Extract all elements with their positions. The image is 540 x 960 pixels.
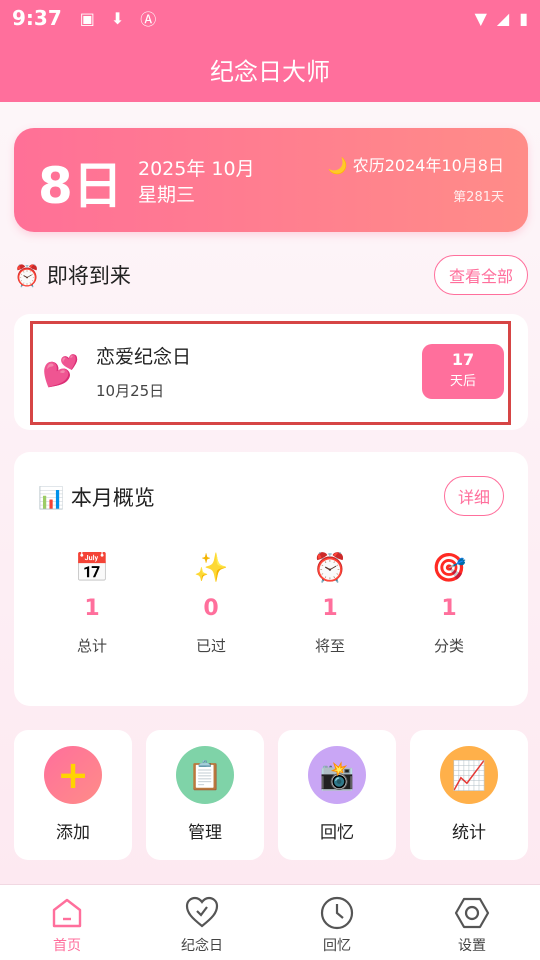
statistics-action-button[interactable]: 📈 统计 [410, 730, 528, 860]
download-icon: ⬇ [110, 8, 125, 28]
nav-memories-label: 回忆 [323, 938, 351, 954]
signal-icon: ◢ [496, 8, 510, 28]
bottom-navigation: 首页 纪念日 回忆 设置 [0, 884, 540, 960]
nav-anniversaries[interactable]: 纪念日 [152, 895, 252, 955]
event-date: 10月25日 [96, 382, 165, 400]
home-icon [52, 898, 82, 928]
camera-icon: 📸 [308, 746, 366, 804]
stat-total: 📅 1 总计 [42, 550, 142, 656]
home-content: 8日 2025年 10月 星期三 🌙 农历2024年10月8日 第281天 ⏰ … [0, 102, 540, 884]
stat-total-label: 总计 [76, 637, 107, 655]
lunar-date: 🌙 农历2024年10月8日 [327, 156, 504, 175]
clipboard-icon: 📋 [176, 746, 234, 804]
upcoming-event-card[interactable]: 💕 恋爱纪念日 10月25日 17 天后 [14, 314, 528, 430]
stat-upcoming-label: 将至 [314, 637, 345, 655]
days-remaining-badge: 17 天后 [422, 344, 504, 399]
upcoming-section-title: ⏰ 即将到来 [14, 264, 131, 288]
manage-action-button[interactable]: 📋 管理 [146, 730, 264, 860]
overview-title: 📊 本月概览 [38, 486, 155, 510]
statistics-action-label: 统计 [452, 823, 486, 843]
today-weekday: 星期三 [138, 184, 196, 206]
today-day: 8日 [38, 157, 123, 215]
add-action-label: 添加 [56, 823, 90, 843]
memories-action-label: 回忆 [320, 823, 354, 843]
stat-passed: ✨ 0 已过 [161, 550, 261, 656]
stat-categories-label: 分类 [433, 637, 464, 655]
stat-categories: 🎯 1 分类 [399, 550, 499, 656]
add-action-button[interactable]: + 添加 [14, 730, 132, 860]
stat-categories-value: 1 [441, 596, 457, 621]
nav-home-label: 首页 [53, 938, 81, 954]
chart-icon: 📈 [440, 746, 498, 804]
day-of-year: 第281天 [453, 190, 504, 205]
settings-icon [454, 897, 490, 929]
calendar-icon: 📅 [74, 551, 110, 584]
nav-settings-label: 设置 [458, 938, 486, 954]
days-remaining-value: 17 [451, 350, 475, 369]
memories-action-button[interactable]: 📸 回忆 [278, 730, 396, 860]
month-overview-card: 📊 本月概览 详细 📅 1 总计 ✨ 0 已过 ⏰ 1 将至 🎯 1 分类 [14, 452, 528, 706]
status-bar: 9:37 ▣ ⬇ Ⓐ ▼ ◢ ▮ [0, 0, 540, 36]
manage-action-label: 管理 [188, 823, 222, 843]
today-card: 8日 2025年 10月 星期三 🌙 农历2024年10月8日 第281天 [14, 128, 528, 232]
plus-icon: + [44, 746, 102, 804]
stat-passed-value: 0 [203, 596, 219, 621]
hearts-icon: 💕 [42, 354, 80, 389]
nav-home[interactable]: 首页 [17, 895, 117, 955]
wifi-icon: ▼ [474, 8, 487, 28]
view-all-button[interactable]: 查看全部 [434, 255, 528, 295]
stat-upcoming: ⏰ 1 将至 [280, 550, 380, 656]
event-name: 恋爱纪念日 [96, 346, 192, 368]
target-icon: 🎯 [431, 551, 467, 584]
stat-upcoming-value: 1 [322, 596, 338, 621]
battery-icon: ▮ [519, 8, 528, 28]
heart-icon [185, 896, 219, 928]
clock-icon [320, 896, 354, 930]
app-bar: 纪念日大师 [0, 36, 540, 102]
nav-memories[interactable]: 回忆 [287, 895, 387, 955]
notification-icon: Ⓐ [140, 10, 157, 29]
stat-passed-label: 已过 [195, 637, 226, 655]
nav-settings[interactable]: 设置 [422, 895, 522, 955]
app-title: 纪念日大师 [210, 57, 330, 86]
alarm-clock-icon: ⏰ [312, 551, 348, 584]
overview-detail-button[interactable]: 详细 [444, 476, 504, 516]
stat-total-value: 1 [84, 596, 100, 621]
sparkles-icon: ✨ [193, 551, 229, 584]
nav-anniversaries-label: 纪念日 [181, 938, 223, 954]
gallery-icon: ▣ [79, 8, 95, 28]
days-remaining-unit: 天后 [449, 374, 476, 389]
today-year-month: 2025年 10月 [138, 158, 255, 180]
status-time: 9:37 [12, 6, 62, 30]
